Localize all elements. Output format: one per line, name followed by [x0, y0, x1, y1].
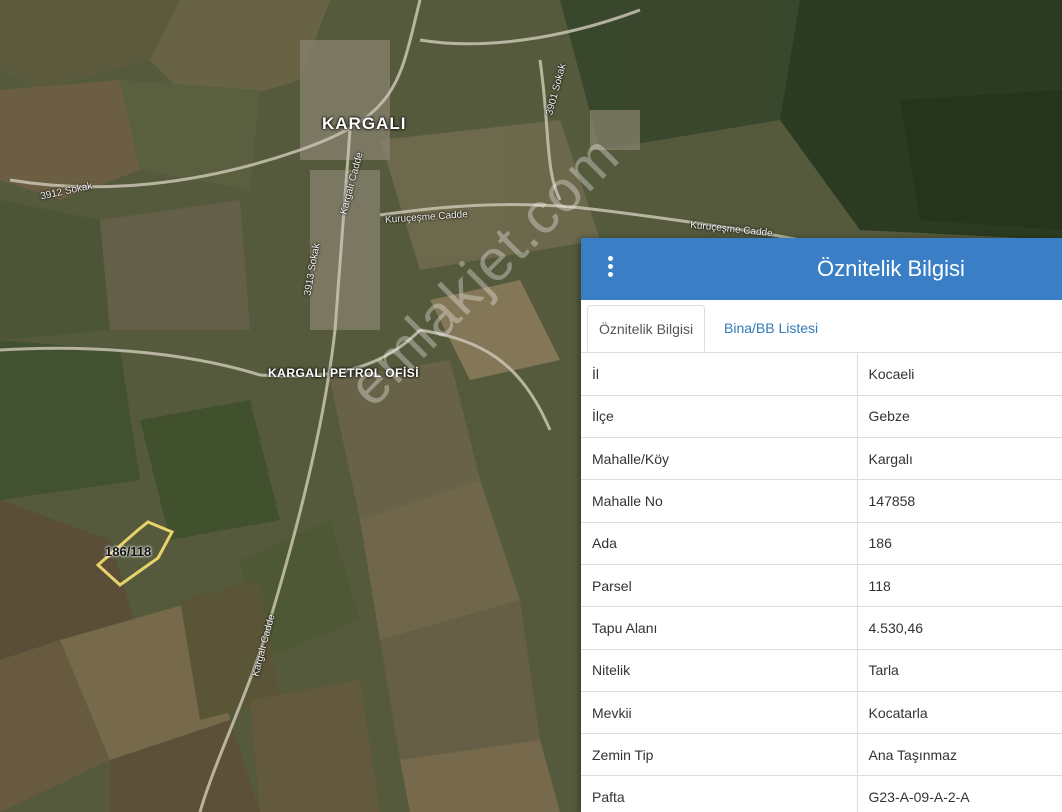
table-row: Tapu Alanı 4.530,46	[581, 606, 1062, 650]
attribute-info-panel: Öznitelik Bilgisi Öznitelik Bilgisi Bina…	[581, 238, 1062, 812]
row-key: Nitelik	[581, 648, 858, 692]
panel-title: Öznitelik Bilgisi	[817, 256, 965, 281]
table-row: Ada 186	[581, 521, 1062, 565]
row-key: Parsel	[581, 563, 858, 607]
row-value: 4.530,46	[857, 606, 1062, 650]
row-value: Gebze	[857, 394, 1062, 438]
row-value: 147858	[857, 479, 1062, 523]
row-key: Pafta	[581, 775, 858, 812]
table-row: Parsel 118	[581, 563, 1062, 607]
table-row: Mahalle/Köy Kargalı	[581, 437, 1062, 480]
row-key: Zemin Tip	[581, 733, 858, 776]
table-row: Zemin Tip Ana Taşınmaz	[581, 733, 1062, 776]
town-label: KARGALI	[322, 114, 407, 133]
row-value: Kocaeli	[868, 365, 915, 382]
table-row: Nitelik Tarla	[581, 648, 1062, 692]
row-key: Ada	[581, 521, 858, 565]
row-value: Kargalı	[857, 437, 1062, 480]
row-value: 118	[857, 563, 1062, 607]
table-row: İlçe Gebze	[581, 394, 1062, 438]
tab-building-list[interactable]: Bina/BB Listesi	[713, 305, 829, 352]
row-key: İl	[581, 353, 858, 396]
row-value: G23-A-09-A-2-A	[857, 775, 1062, 812]
panel-header: Öznitelik Bilgisi	[581, 238, 1062, 300]
table-row: İl Kocaeli	[581, 353, 1062, 396]
attribute-table: İl Kocaeli İlçe Gebze Mahalle/Köy Kargalı M…	[581, 353, 1062, 812]
table-row: Mevkii Kocatarla	[581, 690, 1062, 734]
table-row: Pafta G23-A-09-A-2-A	[581, 775, 1062, 812]
panel-tabs: Öznitelik Bilgisi Bina/BB Listesi	[581, 300, 1062, 353]
row-key: Mevkii	[581, 690, 858, 734]
row-key: Tapu Alanı	[581, 606, 858, 650]
row-value: Tarla	[857, 648, 1062, 692]
parcel-label[interactable]: 186/118	[105, 544, 151, 559]
row-value: Kocatarla	[857, 690, 1062, 734]
row-key: Mahalle No	[581, 479, 858, 523]
tab-attribute-info[interactable]: Öznitelik Bilgisi	[587, 305, 706, 352]
row-key: İlçe	[581, 394, 858, 438]
row-value: 186	[857, 521, 1062, 565]
row-key: Mahalle/Köy	[581, 437, 858, 480]
table-row: Mahalle No 147858	[581, 479, 1062, 523]
row-value: Ana Taşınmaz	[857, 733, 1062, 776]
